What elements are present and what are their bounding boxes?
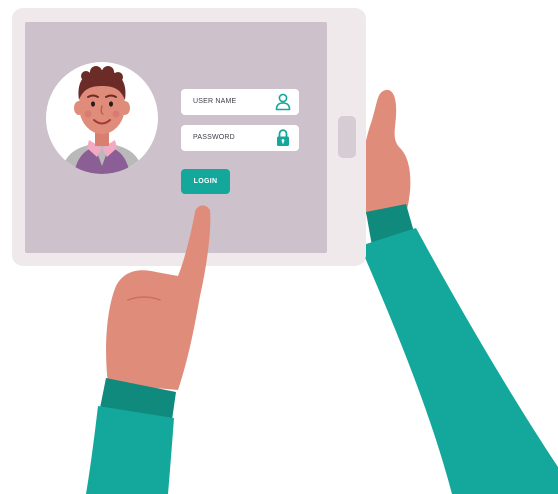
- login-button[interactable]: LOGIN: [181, 169, 230, 194]
- lock-icon: [277, 129, 289, 146]
- username-field[interactable]: USER NAME: [181, 89, 299, 115]
- user-icon: [275, 93, 291, 111]
- username-placeholder: USER NAME: [193, 98, 237, 105]
- illustration: [12, 8, 558, 494]
- home-button[interactable]: [338, 116, 356, 158]
- right-sleeve: [360, 204, 558, 494]
- password-placeholder: PASSWORD: [193, 134, 235, 141]
- password-field[interactable]: PASSWORD: [181, 125, 299, 151]
- left-sleeve: [86, 378, 176, 494]
